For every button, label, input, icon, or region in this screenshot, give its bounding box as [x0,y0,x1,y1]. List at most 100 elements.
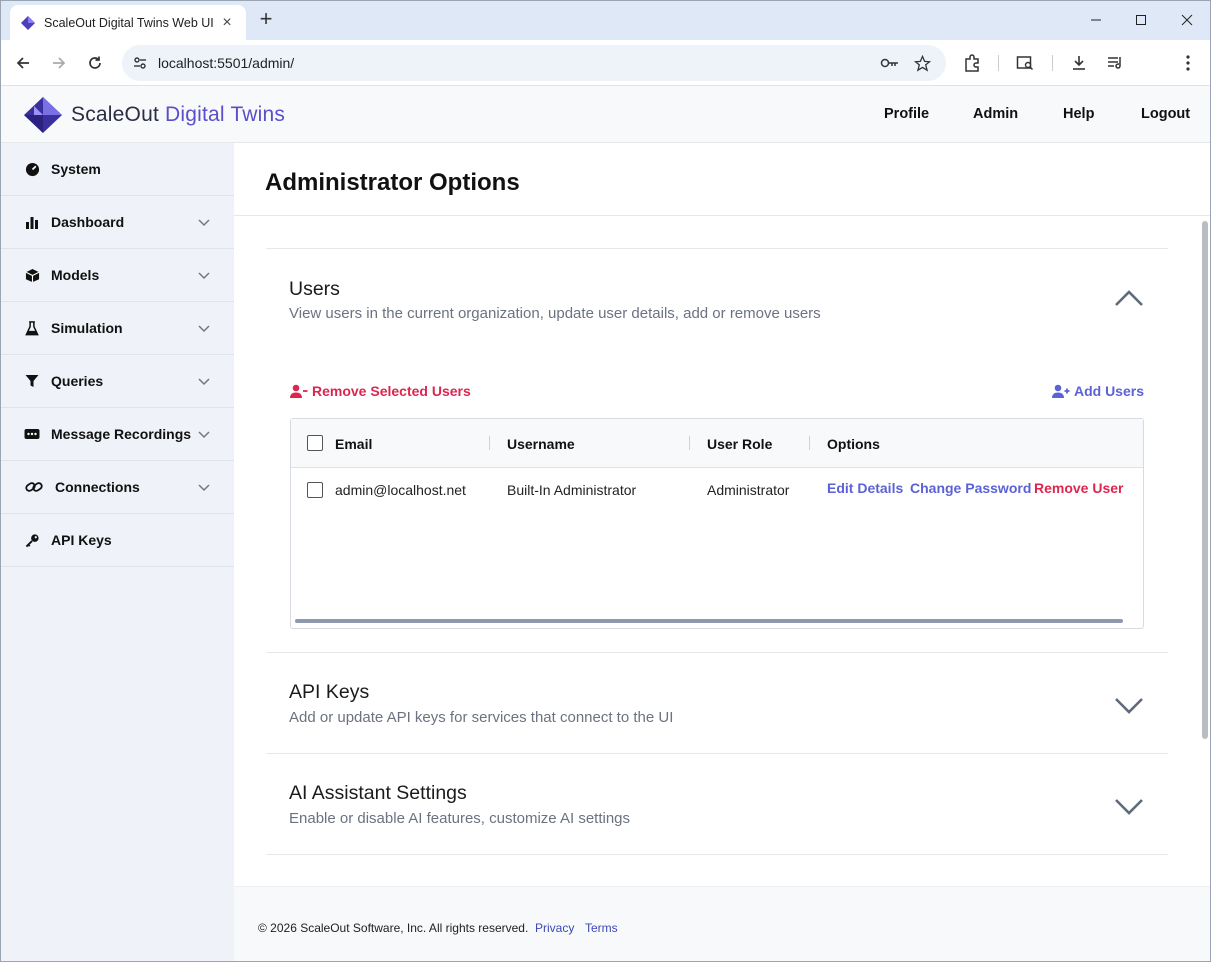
nav-help[interactable]: Help [1063,106,1094,122]
app-header: ScaleOut Digital Twins Profile Admin Hel… [1,86,1210,143]
cell-username: Built-In Administrator [507,482,637,498]
column-header-username[interactable]: Username [507,436,575,452]
sidebar-item-message-recordings[interactable]: Message Recordings [1,408,234,461]
forward-arrow-icon[interactable] [45,49,73,77]
address-bar[interactable]: localhost:5501/admin/ [122,45,946,81]
section-title: Users [289,278,340,300]
site-settings-icon[interactable] [130,53,150,73]
table-header: Email Username User Role Options [291,419,1143,468]
tab-search-icon[interactable] [1011,49,1039,77]
user-plus-icon [1051,384,1070,398]
brand-name: ScaleOut Digital Twins [71,103,285,127]
link-icon [24,479,44,495]
url-text: localhost:5501/admin/ [158,55,295,71]
sidebar-item-models[interactable]: Models [1,249,234,302]
chevron-down-icon [198,325,210,333]
chevron-down-icon [198,484,210,492]
terms-link[interactable]: Terms [585,921,618,935]
vertical-scrollbar[interactable] [1202,221,1208,739]
sidebar-item-label: Simulation [51,320,123,336]
select-all-checkbox[interactable] [307,435,323,451]
bar-chart-icon [24,214,40,230]
api-keys-section[interactable]: API Keys Add or update API keys for serv… [266,652,1168,753]
sidebar-item-api-keys[interactable]: API Keys [1,514,234,567]
footer: © 2026 ScaleOut Software, Inc. All right… [234,886,1210,961]
message-icon [24,426,40,442]
chevron-down-icon[interactable] [1114,797,1144,815]
column-separator[interactable] [489,436,490,450]
ai-assistant-settings-section[interactable]: AI Assistant Settings Enable or disable … [266,753,1168,855]
scaleout-logo-icon [24,97,62,133]
extensions-icon[interactable] [958,49,986,77]
sidebar-item-label: Connections [55,479,140,495]
sidebar-item-label: API Keys [51,532,112,548]
chevron-down-icon[interactable] [1114,696,1144,714]
flask-icon [24,320,40,336]
sidebar-item-label: Dashboard [51,214,125,230]
sidebar-item-label: Models [51,267,100,283]
table-row: admin@localhost.net Built-In Administrat… [291,468,1143,512]
reload-icon[interactable] [81,49,109,77]
users-section-header[interactable]: Users View users in the current organiza… [266,249,1168,349]
sidebar-item-queries[interactable]: Queries [1,355,234,408]
bookmark-star-icon[interactable] [912,53,932,73]
edit-details-link[interactable]: Edit Details [827,480,903,496]
close-icon[interactable] [1164,6,1210,34]
column-header-options[interactable]: Options [827,436,880,452]
remove-user-link[interactable]: Remove User [1034,480,1124,496]
toolbar-divider [1052,55,1053,71]
cell-email: admin@localhost.net [335,482,466,498]
section-description: View users in the current organization, … [289,305,821,322]
add-users-button[interactable]: Add Users [1051,383,1144,399]
menu-kebab-icon[interactable] [1174,49,1202,77]
plus-icon[interactable]: + [254,8,278,32]
column-header-user-role[interactable]: User Role [707,436,772,452]
back-arrow-icon[interactable] [9,49,37,77]
add-users-label: Add Users [1073,383,1144,399]
minimize-icon[interactable] [1073,6,1119,34]
download-icon[interactable] [1065,49,1093,77]
nav-admin[interactable]: Admin [973,106,1018,122]
scaleout-favicon-icon [21,15,35,30]
sidebar-item-label: System [51,161,101,177]
copyright-text: © 2026 ScaleOut Software, Inc. All right… [258,921,529,935]
reading-list-icon[interactable] [1101,49,1129,77]
users-section: Users View users in the current organiza… [266,248,1168,652]
section-description: Add or update API keys for services that… [289,709,674,726]
password-key-icon[interactable] [880,53,900,73]
maximize-icon[interactable] [1118,6,1164,34]
sidebar-item-system[interactable]: System [1,143,234,196]
tab-title: ScaleOut Digital Twins Web UI [44,15,214,30]
privacy-link[interactable]: Privacy [535,921,574,935]
brand-logo-link[interactable]: ScaleOut Digital Twins [23,96,285,134]
brand-accent-text: Digital Twins [165,103,286,126]
column-separator[interactable] [689,436,690,450]
chevron-down-icon [198,219,210,227]
remove-selected-users-button[interactable]: Remove Selected Users [290,383,471,399]
sidebar-item-connections[interactable]: Connections [1,461,234,514]
horizontal-scrollbar[interactable] [295,619,1123,623]
section-title: AI Assistant Settings [289,782,467,804]
browser-tab[interactable]: ScaleOut Digital Twins Web UI × [10,5,246,40]
column-header-email[interactable]: Email [335,436,372,452]
user-minus-icon [290,384,308,398]
brand-primary-text: ScaleOut [71,103,159,126]
browser-tabstrip: ScaleOut Digital Twins Web UI × + [0,0,1211,40]
chevron-up-icon[interactable] [1114,289,1144,307]
cube-icon [24,267,40,283]
remove-selected-users-label: Remove Selected Users [312,383,471,399]
sidebar-item-simulation[interactable]: Simulation [1,302,234,355]
key-icon [24,532,40,548]
sidebar-item-dashboard[interactable]: Dashboard [1,196,234,249]
section-title: API Keys [289,681,370,703]
toolbar-divider [998,55,999,71]
nav-profile[interactable]: Profile [884,106,929,122]
nav-logout[interactable]: Logout [1141,106,1190,122]
row-select-checkbox[interactable] [307,482,323,498]
column-separator[interactable] [809,436,810,450]
dashboard-gauge-icon [24,161,40,177]
chevron-down-icon [198,272,210,280]
cell-user-role: Administrator [707,482,790,498]
change-password-link[interactable]: Change Password [910,480,1031,496]
tab-close-icon[interactable]: × [218,14,236,32]
